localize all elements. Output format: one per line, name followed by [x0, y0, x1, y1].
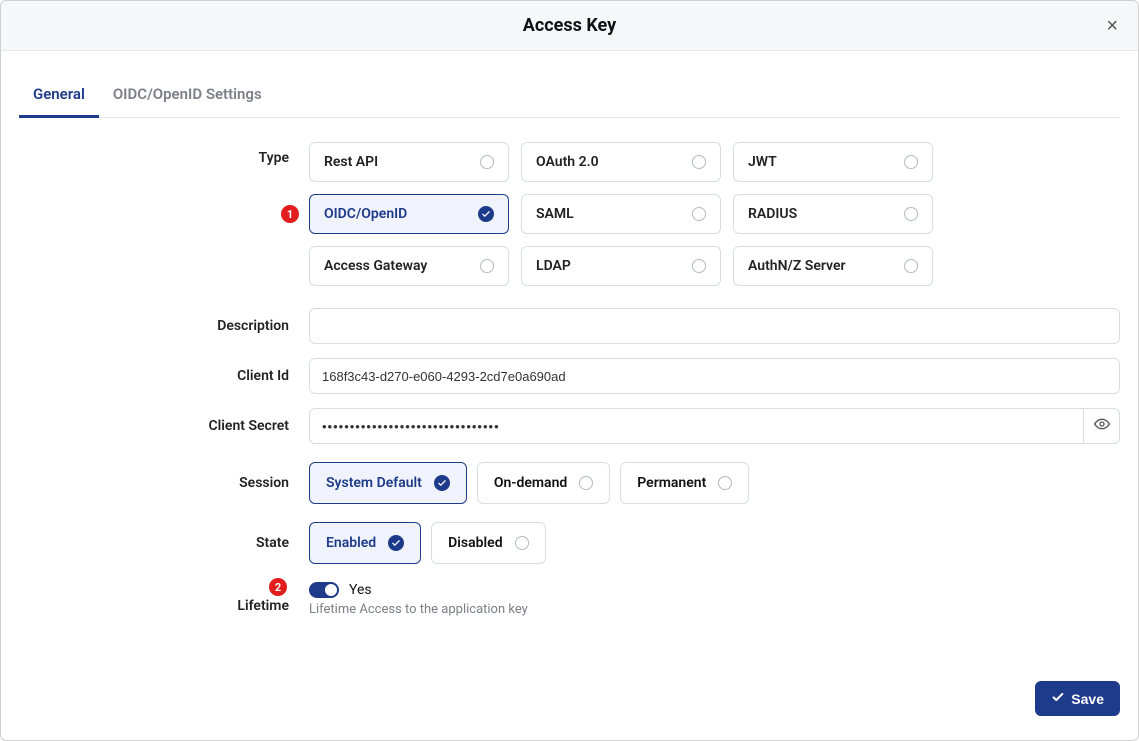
- modal-header: Access Key ×: [1, 1, 1138, 51]
- type-option-authnz[interactable]: AuthN/Z Server: [733, 246, 933, 286]
- type-option-label: LDAP: [536, 258, 571, 274]
- modal-body: General OIDC/OpenID Settings 1 Type Rest…: [1, 51, 1138, 673]
- row-client-secret: Client Secret: [19, 408, 1120, 444]
- form-area: 1 Type Rest API OAuth 2.0 JWT: [19, 142, 1120, 631]
- radio-on-icon: [478, 206, 494, 222]
- radio-off-icon: [692, 259, 706, 273]
- close-button[interactable]: ×: [1098, 12, 1126, 40]
- type-option-label: SAML: [536, 206, 574, 222]
- reveal-secret-button[interactable]: [1084, 408, 1120, 444]
- state-option-label: Disabled: [448, 535, 502, 551]
- radio-off-icon: [904, 259, 918, 273]
- session-option-on-demand[interactable]: On-demand: [477, 462, 610, 504]
- access-key-modal: Access Key × General OIDC/OpenID Setting…: [0, 0, 1139, 741]
- save-button-label: Save: [1071, 691, 1104, 707]
- row-lifetime: 2 Lifetime Yes Lifetime Access to the ap…: [19, 582, 1120, 617]
- step-badge-2: 2: [269, 578, 287, 596]
- state-option-label: Enabled: [326, 535, 376, 551]
- session-option-label: Permanent: [637, 475, 706, 491]
- lifetime-value: Yes: [349, 582, 372, 598]
- state-option-enabled[interactable]: Enabled: [309, 522, 421, 564]
- label-client-id: Client Id: [19, 368, 309, 384]
- radio-off-icon: [692, 207, 706, 221]
- radio-off-icon: [904, 207, 918, 221]
- type-option-saml[interactable]: SAML: [521, 194, 721, 234]
- save-button[interactable]: Save: [1035, 681, 1120, 716]
- step-badge-1: 1: [281, 205, 299, 223]
- check-icon: [1051, 690, 1065, 707]
- radio-off-icon: [904, 155, 918, 169]
- state-options: Enabled Disabled: [309, 522, 1120, 564]
- modal-footer: Save: [1, 673, 1138, 740]
- row-client-id: Client Id: [19, 358, 1120, 394]
- client-secret-input[interactable]: [309, 408, 1084, 444]
- label-type: Type: [19, 142, 309, 166]
- radio-off-icon: [718, 476, 732, 490]
- row-session: Session System Default On-demand: [19, 462, 1120, 504]
- state-option-disabled[interactable]: Disabled: [431, 522, 545, 564]
- label-lifetime: Lifetime: [237, 598, 289, 614]
- type-option-label: RADIUS: [748, 206, 797, 222]
- label-session: Session: [19, 475, 309, 491]
- eye-icon: [1094, 416, 1110, 436]
- session-option-label: On-demand: [494, 475, 567, 491]
- type-option-label: Access Gateway: [324, 258, 427, 274]
- lifetime-helper: Lifetime Access to the application key: [309, 602, 1120, 617]
- lifetime-toggle-row: Yes: [309, 582, 1120, 598]
- type-option-access-gateway[interactable]: Access Gateway: [309, 246, 509, 286]
- radio-on-icon: [434, 475, 450, 491]
- session-option-label: System Default: [326, 475, 422, 491]
- client-id-input[interactable]: [309, 358, 1120, 394]
- radio-off-icon: [579, 476, 593, 490]
- type-option-grid: Rest API OAuth 2.0 JWT OIDC/OpenID: [309, 142, 1120, 286]
- type-option-ldap[interactable]: LDAP: [521, 246, 721, 286]
- label-state: State: [19, 535, 309, 551]
- session-option-permanent[interactable]: Permanent: [620, 462, 749, 504]
- type-option-label: JWT: [748, 154, 777, 170]
- tab-general[interactable]: General: [19, 75, 99, 118]
- type-option-oidc[interactable]: OIDC/OpenID: [309, 194, 509, 234]
- label-description: Description: [19, 318, 309, 334]
- type-option-jwt[interactable]: JWT: [733, 142, 933, 182]
- modal-title: Access Key: [523, 15, 616, 36]
- row-type: 1 Type Rest API OAuth 2.0 JWT: [19, 142, 1120, 286]
- type-option-label: Rest API: [324, 154, 378, 170]
- row-state: State Enabled Disabled: [19, 522, 1120, 564]
- type-option-label: AuthN/Z Server: [748, 258, 846, 274]
- close-icon: ×: [1106, 15, 1118, 37]
- type-option-rest-api[interactable]: Rest API: [309, 142, 509, 182]
- type-option-label: OIDC/OpenID: [324, 206, 407, 222]
- client-secret-group: [309, 408, 1120, 444]
- label-client-secret: Client Secret: [19, 418, 309, 434]
- type-option-oauth2[interactable]: OAuth 2.0: [521, 142, 721, 182]
- session-option-system-default[interactable]: System Default: [309, 462, 467, 504]
- tab-oidc-settings[interactable]: OIDC/OpenID Settings: [99, 75, 276, 118]
- session-options: System Default On-demand Permanent: [309, 462, 1120, 504]
- description-input[interactable]: [309, 308, 1120, 344]
- tabs: General OIDC/OpenID Settings: [19, 75, 1120, 118]
- label-lifetime-col: 2 Lifetime: [19, 582, 309, 614]
- radio-off-icon: [692, 155, 706, 169]
- type-option-label: OAuth 2.0: [536, 154, 599, 170]
- radio-off-icon: [515, 536, 529, 550]
- row-description: Description: [19, 308, 1120, 344]
- radio-off-icon: [480, 155, 494, 169]
- type-option-radius[interactable]: RADIUS: [733, 194, 933, 234]
- lifetime-toggle[interactable]: [309, 582, 339, 598]
- radio-off-icon: [480, 259, 494, 273]
- radio-on-icon: [388, 535, 404, 551]
